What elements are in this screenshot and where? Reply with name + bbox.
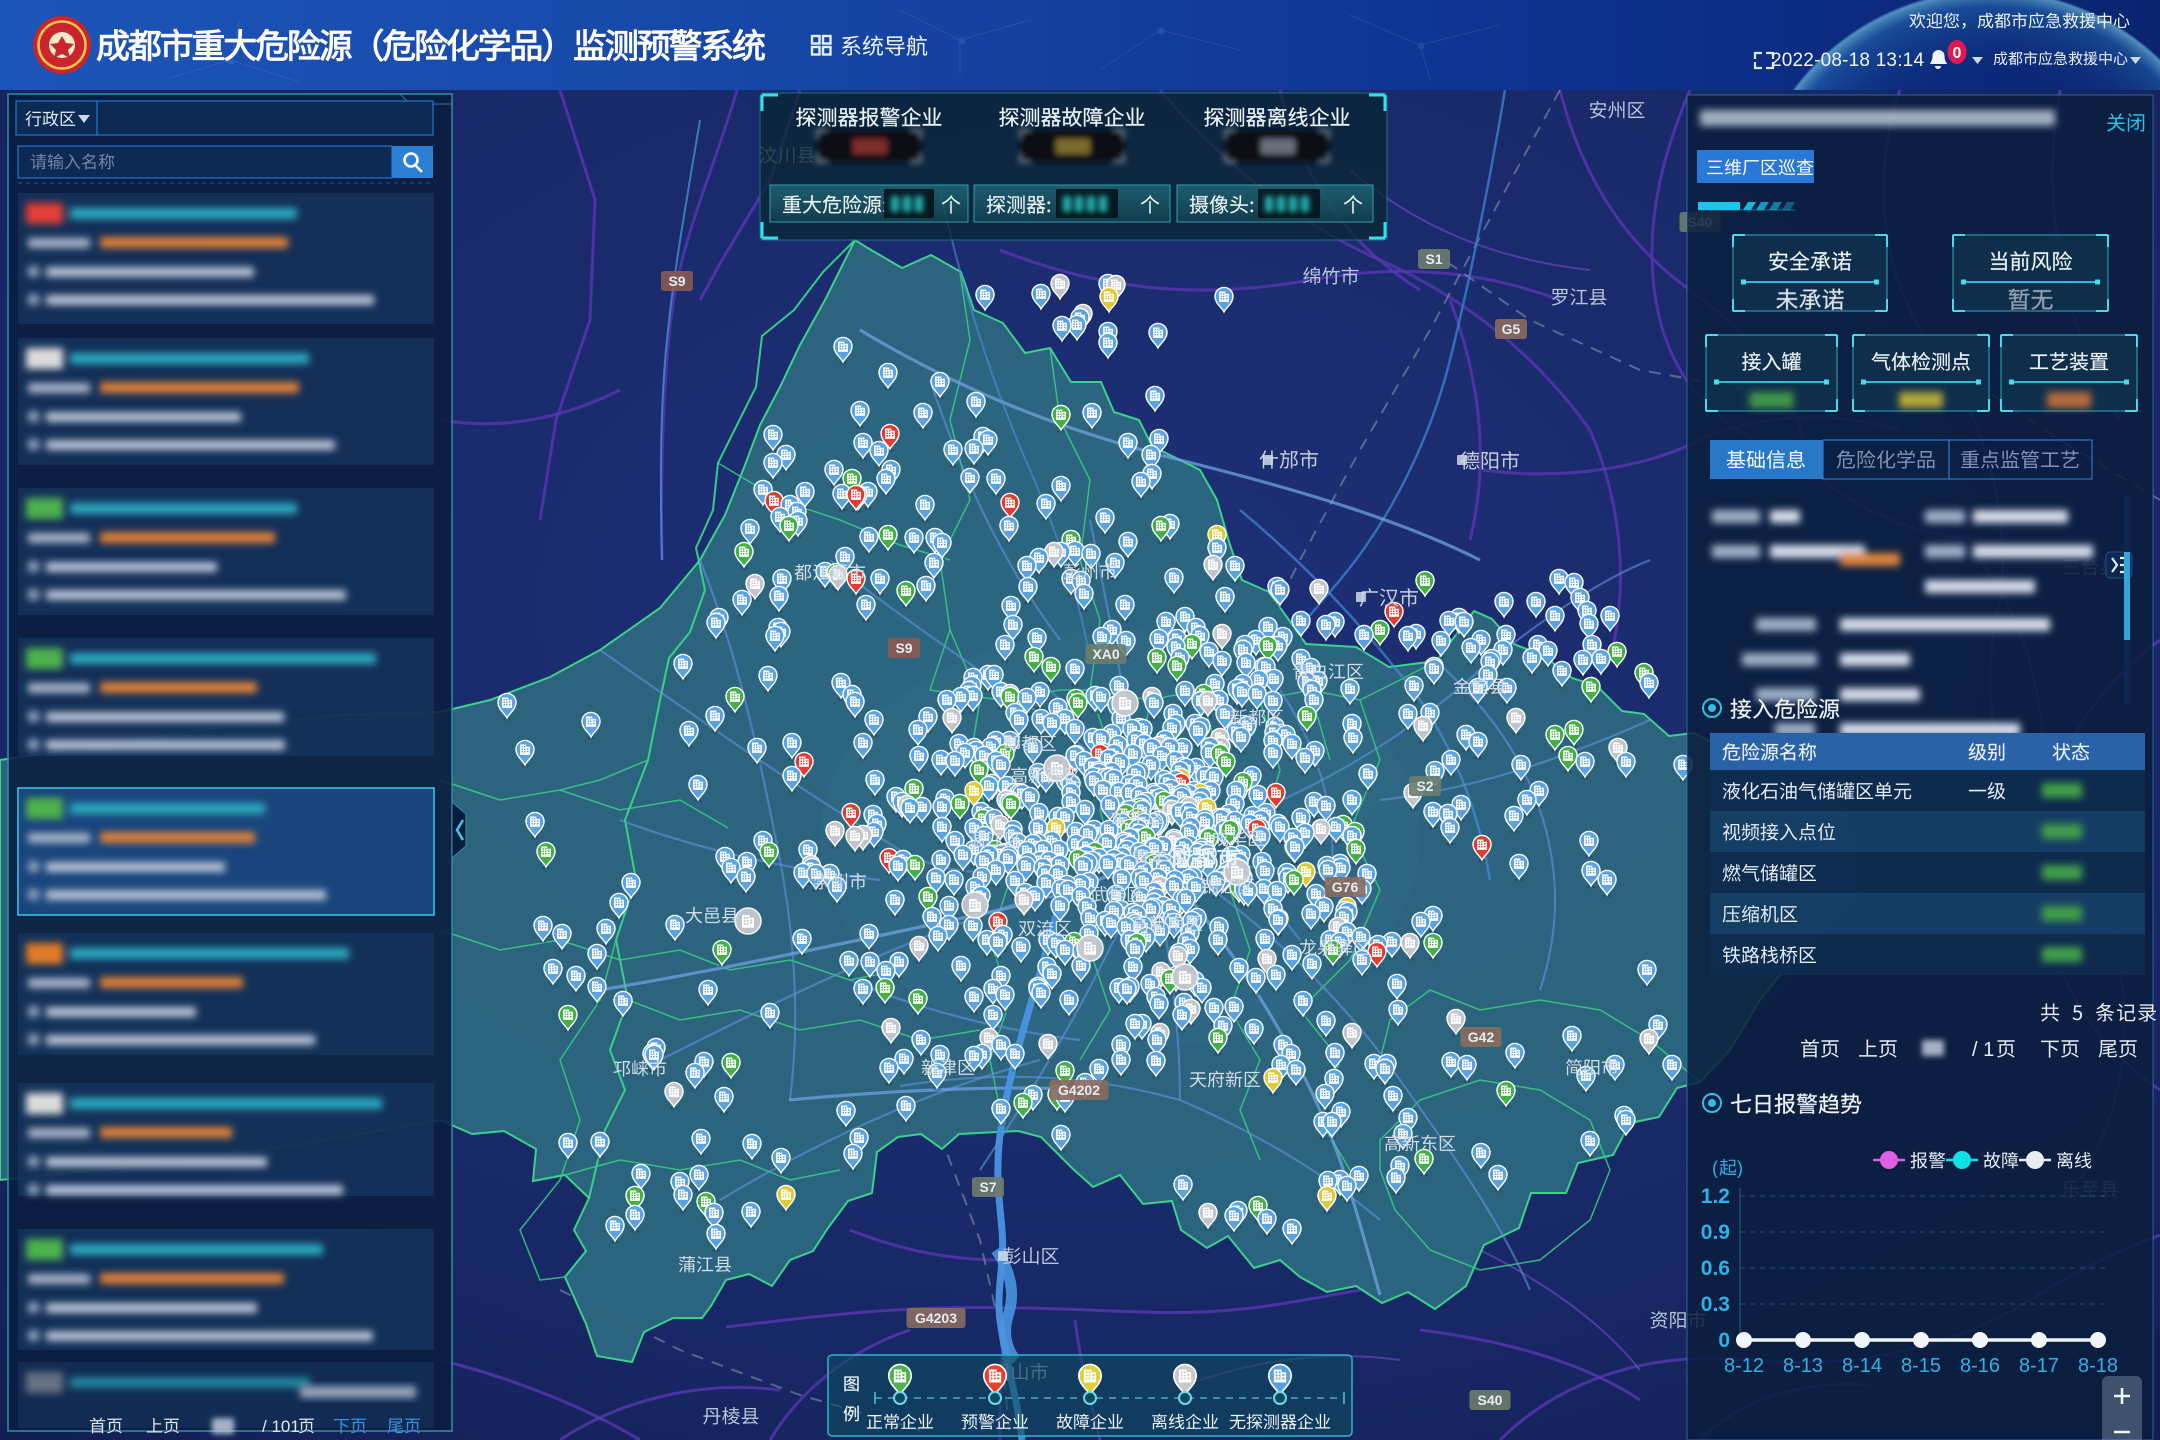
svg-text:8-18: 8-18: [2078, 1355, 2118, 1377]
svg-text:/ 1: / 1: [1972, 1039, 1994, 1061]
svg-text:8-15: 8-15: [1901, 1355, 1941, 1377]
svg-text:0.6: 0.6: [1701, 1257, 1730, 1280]
svg-text:G5: G5: [1502, 321, 1521, 337]
svg-text:8-16: 8-16: [1960, 1355, 2000, 1377]
svg-text:0: 0: [1953, 45, 1962, 62]
svg-text:G4203: G4203: [915, 1310, 957, 1326]
svg-text:S1: S1: [1425, 251, 1442, 267]
svg-text:1.2: 1.2: [1701, 1185, 1730, 1208]
svg-text:S9: S9: [668, 273, 685, 289]
svg-text:S2: S2: [1416, 778, 1433, 794]
svg-text:0: 0: [1718, 1329, 1730, 1352]
svg-text:8-17: 8-17: [2019, 1355, 2059, 1377]
svg-text:0.3: 0.3: [1701, 1293, 1730, 1316]
svg-text:2022-08-18 13:14: 2022-08-18 13:14: [1771, 50, 1924, 71]
svg-text:8-12: 8-12: [1724, 1355, 1764, 1377]
svg-text:S40: S40: [1478, 1392, 1503, 1408]
svg-text:8-14: 8-14: [1842, 1355, 1882, 1377]
svg-text:/ 101: / 101: [262, 1417, 300, 1436]
svg-text:S9: S9: [895, 640, 912, 656]
svg-text:G4202: G4202: [1058, 1082, 1100, 1098]
svg-text:S7: S7: [979, 1179, 996, 1195]
svg-text:): ): [1737, 1158, 1743, 1178]
svg-text:G76: G76: [1332, 879, 1359, 895]
svg-text:G42: G42: [1468, 1029, 1495, 1045]
svg-text:0.9: 0.9: [1701, 1221, 1730, 1244]
svg-text:XA0: XA0: [1092, 646, 1119, 662]
svg-text:(: (: [1712, 1158, 1718, 1178]
svg-text:8-13: 8-13: [1783, 1355, 1823, 1377]
